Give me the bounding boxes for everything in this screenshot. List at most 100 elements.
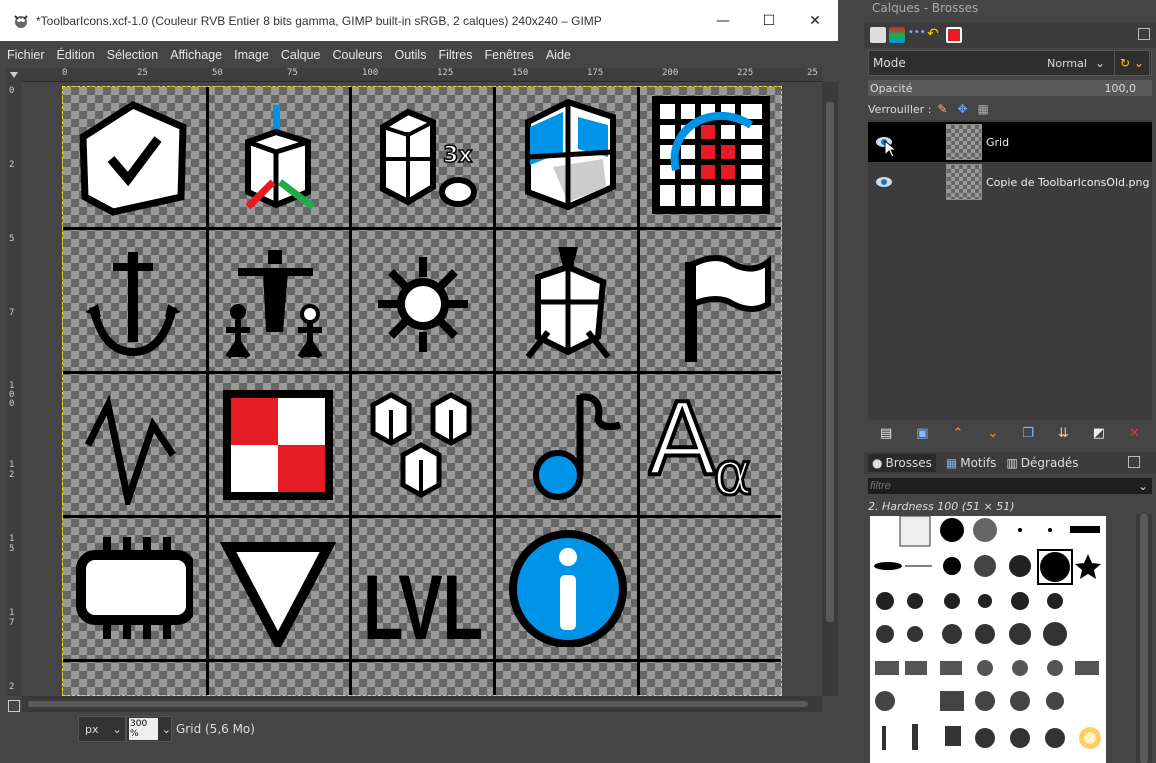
paths-tab-icon[interactable]: ••• <box>908 27 926 43</box>
visibility-eye-icon[interactable] <box>874 172 894 192</box>
menu-selection[interactable]: Sélection <box>107 48 158 62</box>
svg-text:3x: 3x <box>443 143 473 168</box>
gimp-wilber-icon <box>14 14 28 28</box>
channels-tab-icon[interactable] <box>889 27 905 43</box>
scale-3x-icon: 3x <box>380 108 477 207</box>
tab-motifs-label: Motifs <box>960 456 997 470</box>
layer-mask-icon[interactable]: ◩ <box>1093 426 1105 441</box>
lock-position-icon[interactable]: ✥ <box>957 102 967 116</box>
ruler-label: 25 <box>137 68 148 78</box>
mode-value: Normal <box>1047 56 1087 70</box>
menu-bar: Fichier Édition Sélection Affichage Imag… <box>0 41 838 68</box>
ruler-label: 1 2 <box>9 460 15 480</box>
dock-tab-bar: ••• ↶ <box>864 22 1156 48</box>
triangle-down-icon <box>219 542 337 647</box>
colors-tab-icon[interactable] <box>946 27 962 43</box>
layer-row-grid[interactable]: Grid <box>868 122 1152 162</box>
ruler-label: 25 <box>807 68 818 78</box>
tab-brosses[interactable]: ● Brosses <box>868 454 936 472</box>
current-brush-label: 2. Hardness 100 (51 × 51) <box>868 500 1015 513</box>
brush-thumbnails[interactable] <box>870 516 1106 763</box>
ruler-label: 5 <box>9 234 15 244</box>
brush-list-scrollbar[interactable] <box>1136 514 1152 763</box>
image-layer[interactable]: 3x A α LVL <box>62 86 782 696</box>
pattern-tab-icon: ▦ <box>945 456 958 470</box>
svg-text:α: α <box>713 439 753 499</box>
new-layer-icon[interactable]: ▤ <box>880 426 892 441</box>
ruler-label: 75 <box>287 68 298 78</box>
ruler-label: 2 <box>9 682 15 692</box>
people-group-icon <box>225 250 323 359</box>
maximize-button[interactable]: ☐ <box>746 0 792 41</box>
svg-text:LVL: LVL <box>363 557 483 647</box>
quick-mask-icon[interactable] <box>8 700 20 712</box>
dock-title: Calques - Brosses <box>864 0 1156 20</box>
layers-brushes-dock: Calques - Brosses ••• ↶ Mode Normal ⌄ ↻ … <box>864 0 1156 763</box>
image-canvas[interactable]: 3x A α LVL <box>22 82 822 696</box>
ruler-label: 200 <box>662 68 679 78</box>
grid-selection-icon <box>652 96 770 214</box>
anchor-icon <box>85 252 181 357</box>
ruler-corner-menu-icon[interactable] <box>6 68 22 82</box>
layer-name: Grid <box>986 135 1010 149</box>
lock-alpha-icon[interactable]: ▦ <box>978 102 989 116</box>
menu-fenetres[interactable]: Fenêtres <box>484 48 533 62</box>
delete-layer-icon[interactable]: ✕ <box>1129 426 1140 441</box>
unit-select[interactable]: px ⌄ <box>78 716 126 742</box>
vertical-scrollbar[interactable] <box>822 82 838 696</box>
brush-filter-input[interactable]: ⌄ <box>868 478 1152 494</box>
layer-row-copie[interactable]: Copie de ToolbarIconsOld.png <box>868 162 1152 202</box>
horizontal-ruler[interactable]: 0 25 50 75 100 125 150 175 200 225 25 <box>22 68 822 82</box>
title-bar: *ToolbarIcons.xcf-1.0 (Couleur RVB Entie… <box>0 0 838 41</box>
gimp-image-window: *ToolbarIcons.xcf-1.0 (Couleur RVB Entie… <box>0 0 838 763</box>
menu-edition[interactable]: Édition <box>57 48 95 62</box>
tab-motifs[interactable]: ▦ Motifs <box>946 456 997 470</box>
undo-history-tab-icon[interactable]: ↶ <box>927 27 943 43</box>
three-cubes-icon <box>370 392 472 498</box>
menu-image[interactable]: Image <box>234 48 269 62</box>
opacity-value: 100,0 <box>1104 81 1137 95</box>
layers-tab-icon[interactable] <box>870 27 886 43</box>
brush-grid[interactable] <box>870 516 1106 763</box>
chevron-down-icon[interactable]: ⌄ <box>1138 479 1148 493</box>
menu-fichier[interactable]: Fichier <box>7 48 45 62</box>
menu-outils[interactable]: Outils <box>395 48 427 62</box>
mode-select[interactable]: Mode Normal ⌄ <box>868 50 1152 76</box>
merge-down-icon[interactable]: ⇊ <box>1058 426 1069 441</box>
zigzag-line-icon <box>84 394 176 505</box>
tab-degrades-label: Dégradés <box>1020 456 1079 470</box>
gradient-tab-icon: ▥ <box>1006 456 1018 470</box>
filter-field[interactable] <box>868 480 1118 492</box>
brush-tab-icon: ● <box>872 456 883 470</box>
unit-value: px <box>85 722 99 736</box>
mode-reset-button[interactable]: ↻ ⌄ <box>1114 50 1150 76</box>
lower-layer-icon[interactable]: ⌄ <box>987 426 998 441</box>
tab-degrades[interactable]: ▥ Dégradés <box>1006 456 1078 470</box>
flag-icon <box>685 255 771 362</box>
lock-pixels-icon[interactable]: ✎ <box>937 102 947 116</box>
dock-menu-icon[interactable] <box>1138 28 1150 40</box>
chip-display-icon <box>76 537 193 639</box>
info-icon <box>509 530 627 647</box>
duplicate-layer-icon[interactable]: ❐ <box>1022 426 1034 441</box>
menu-filtres[interactable]: Filtres <box>438 48 472 62</box>
lantern-icon <box>525 247 611 359</box>
zoom-select[interactable]: 300 % ⌄ <box>126 716 172 742</box>
menu-aide[interactable]: Aide <box>546 48 571 62</box>
new-layer-group-icon[interactable]: ▣ <box>916 426 928 441</box>
brushes-tab-bar: ● Brosses ▦ Motifs ▥ Dégradés <box>864 452 1156 474</box>
menu-couleurs[interactable]: Couleurs <box>332 48 382 62</box>
close-button[interactable]: ✕ <box>792 0 838 41</box>
dock-menu-icon[interactable] <box>1128 456 1140 468</box>
minimize-button[interactable]: — <box>700 0 746 41</box>
raise-layer-icon[interactable]: ⌃ <box>953 426 964 441</box>
horizontal-scrollbar[interactable] <box>22 696 822 712</box>
ruler-label: 1 7 <box>9 608 15 628</box>
menu-affichage[interactable]: Affichage <box>170 48 222 62</box>
opacity-slider[interactable]: Opacité 100,0 <box>868 80 1152 96</box>
vertical-ruler[interactable]: 0 2 5 7 1 0 0 1 2 1 5 1 7 2 <box>6 82 22 696</box>
menu-calque[interactable]: Calque <box>281 48 321 62</box>
layer-name: Copie de ToolbarIconsOld.png <box>986 175 1150 189</box>
ruler-label: 7 <box>9 308 15 318</box>
ruler-label: 1 0 0 <box>9 381 15 409</box>
